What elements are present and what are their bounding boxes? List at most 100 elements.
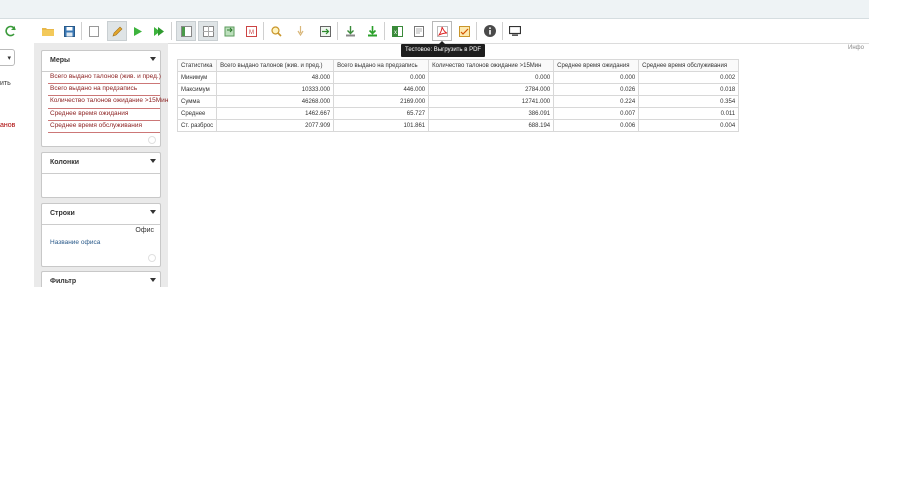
swap-icon[interactable] bbox=[220, 22, 238, 40]
measure-item[interactable]: Среднее время ожидания bbox=[50, 109, 128, 119]
toolbar: M x bbox=[0, 19, 869, 44]
table-cell: 0.026 bbox=[553, 83, 640, 96]
measures-panel: Меры Всего выдано талонов (жив. и пред.)… bbox=[41, 50, 168, 147]
layout-left-icon[interactable] bbox=[176, 21, 196, 41]
table-cell: 0.002 bbox=[638, 71, 740, 84]
csv-icon[interactable] bbox=[410, 22, 428, 40]
rows-dimension-label: Офис bbox=[135, 227, 154, 234]
panel-title: Колонки bbox=[50, 159, 80, 166]
table-cell: 0.006 bbox=[553, 119, 640, 132]
row-header-cell: Максимум bbox=[176, 83, 218, 96]
measure-item[interactable]: Среднее время обслуживания bbox=[50, 121, 142, 131]
table-cell: 386.091 bbox=[428, 107, 555, 120]
chevron-down-icon[interactable] bbox=[150, 159, 156, 163]
row-header-cell: Сумма bbox=[176, 95, 218, 108]
rows-panel: Строки Офис Название офиса bbox=[41, 203, 161, 267]
row-item[interactable]: Название офиса bbox=[50, 239, 100, 246]
toolbar-separator bbox=[384, 22, 385, 40]
chevron-down-icon[interactable] bbox=[150, 278, 156, 282]
app-window: M x Инфо ▾ ить анов Меры Всего выдано та… bbox=[0, 0, 869, 287]
table-cell: 1462.667 bbox=[216, 107, 335, 120]
layout-grid-icon[interactable] bbox=[198, 21, 218, 41]
run-next-icon[interactable] bbox=[150, 22, 168, 40]
sort-down-icon[interactable] bbox=[291, 22, 309, 40]
toolbar-separator bbox=[476, 22, 477, 40]
download-green-icon[interactable] bbox=[363, 22, 381, 40]
column-header: Среднее время ожидания bbox=[553, 59, 640, 72]
save-icon[interactable] bbox=[60, 22, 78, 40]
layout-sidebar: Меры Всего выдано талонов (жив. и пред.)… bbox=[34, 43, 168, 287]
top-strip bbox=[0, 0, 869, 19]
table-cell: 0.224 bbox=[553, 95, 640, 108]
run-icon[interactable] bbox=[129, 22, 147, 40]
table-row: Среднее 1462.667 65.727 386.091 0.007 0.… bbox=[176, 107, 740, 120]
measure-item[interactable]: Всего выдано на предзапись bbox=[50, 84, 137, 94]
mdx-icon[interactable]: M bbox=[242, 22, 260, 40]
table-row: Сумма 46268.000 2169.000 12741.000 0.224… bbox=[176, 95, 740, 108]
table-cell: 0.004 bbox=[638, 119, 740, 132]
panel-title: Строки bbox=[50, 210, 75, 217]
filter-panel: Фильтр bbox=[41, 271, 161, 287]
table-cell: 0.354 bbox=[638, 95, 740, 108]
table-cell: 2169.000 bbox=[333, 95, 430, 108]
table-cell: 0.000 bbox=[333, 71, 430, 84]
divider bbox=[48, 132, 160, 133]
row-header-cell: Среднее bbox=[176, 107, 218, 120]
column-header: Всего выдано талонов (жив. и пред.) bbox=[216, 59, 335, 72]
table-cell: 2784.000 bbox=[428, 83, 555, 96]
folder-open-icon[interactable] bbox=[39, 22, 57, 40]
drop-target-icon bbox=[148, 254, 156, 262]
measure-item[interactable]: Количество талонов ожидание >15Мин bbox=[50, 96, 168, 106]
report-icon[interactable] bbox=[455, 22, 473, 40]
table-cell: 48.000 bbox=[216, 71, 335, 84]
table-cell: 12741.000 bbox=[428, 95, 555, 108]
row-header-cell: Минимум bbox=[176, 71, 218, 84]
svg-text:M: M bbox=[249, 30, 254, 36]
column-header: Всего выдано на предзапись bbox=[333, 59, 430, 72]
table-cell: 0.000 bbox=[428, 71, 555, 84]
edit-pencil-icon[interactable] bbox=[107, 21, 127, 41]
table-header-row: Статистика Всего выдано талонов (жив. и … bbox=[176, 59, 740, 72]
drop-target-icon bbox=[148, 136, 156, 144]
toolbar-separator bbox=[81, 22, 82, 40]
info-label: Инфо bbox=[848, 45, 864, 51]
left-label-red[interactable]: анов bbox=[0, 122, 15, 129]
table-cell: 2077.909 bbox=[216, 119, 335, 132]
info-icon[interactable] bbox=[481, 22, 499, 40]
columns-panel: Колонки bbox=[41, 152, 161, 198]
refresh-icon[interactable] bbox=[5, 24, 17, 42]
screen-icon[interactable] bbox=[506, 22, 524, 40]
pdf-icon[interactable] bbox=[432, 21, 452, 41]
zoom-icon[interactable] bbox=[267, 22, 285, 40]
table-cell: 0.007 bbox=[553, 107, 640, 120]
column-header: Статистика bbox=[176, 59, 218, 72]
table-cell: 0.018 bbox=[638, 83, 740, 96]
divider bbox=[42, 173, 160, 174]
left-dropdown[interactable]: ▾ bbox=[0, 49, 15, 66]
table-cell: 65.727 bbox=[333, 107, 430, 120]
toolbar-separator bbox=[171, 22, 172, 40]
export-icon[interactable] bbox=[316, 22, 334, 40]
table-cell: 46268.000 bbox=[216, 95, 335, 108]
svg-text:x: x bbox=[394, 30, 397, 36]
new-document-icon[interactable] bbox=[85, 22, 103, 40]
excel-icon[interactable]: x bbox=[388, 22, 406, 40]
panel-title: Фильтр bbox=[50, 278, 77, 285]
chevron-down-icon[interactable] bbox=[150, 57, 156, 61]
download-icon[interactable] bbox=[341, 22, 359, 40]
statistics-table: Статистика Всего выдано талонов (жив. и … bbox=[176, 59, 740, 132]
measure-item[interactable]: Всего выдано талонов (жив. и пред.) bbox=[50, 72, 161, 82]
table-cell: 101.861 bbox=[333, 119, 430, 132]
chevron-down-icon[interactable] bbox=[150, 210, 156, 214]
tooltip: Тестовое: Выгрузить в PDF bbox=[401, 41, 486, 57]
toolbar-separator bbox=[502, 22, 503, 40]
panel-title: Меры bbox=[50, 57, 70, 64]
row-header-cell: Ст. разброс bbox=[176, 119, 218, 132]
column-header: Среднее время обслуживания bbox=[638, 59, 740, 72]
table-row: Ст. разброс 2077.909 101.861 688.194 0.0… bbox=[176, 119, 740, 132]
table-cell: 688.194 bbox=[428, 119, 555, 132]
table-cell: 0.011 bbox=[638, 107, 740, 120]
left-label[interactable]: ить bbox=[0, 80, 11, 87]
divider bbox=[42, 224, 160, 225]
toolbar-separator bbox=[337, 22, 338, 40]
